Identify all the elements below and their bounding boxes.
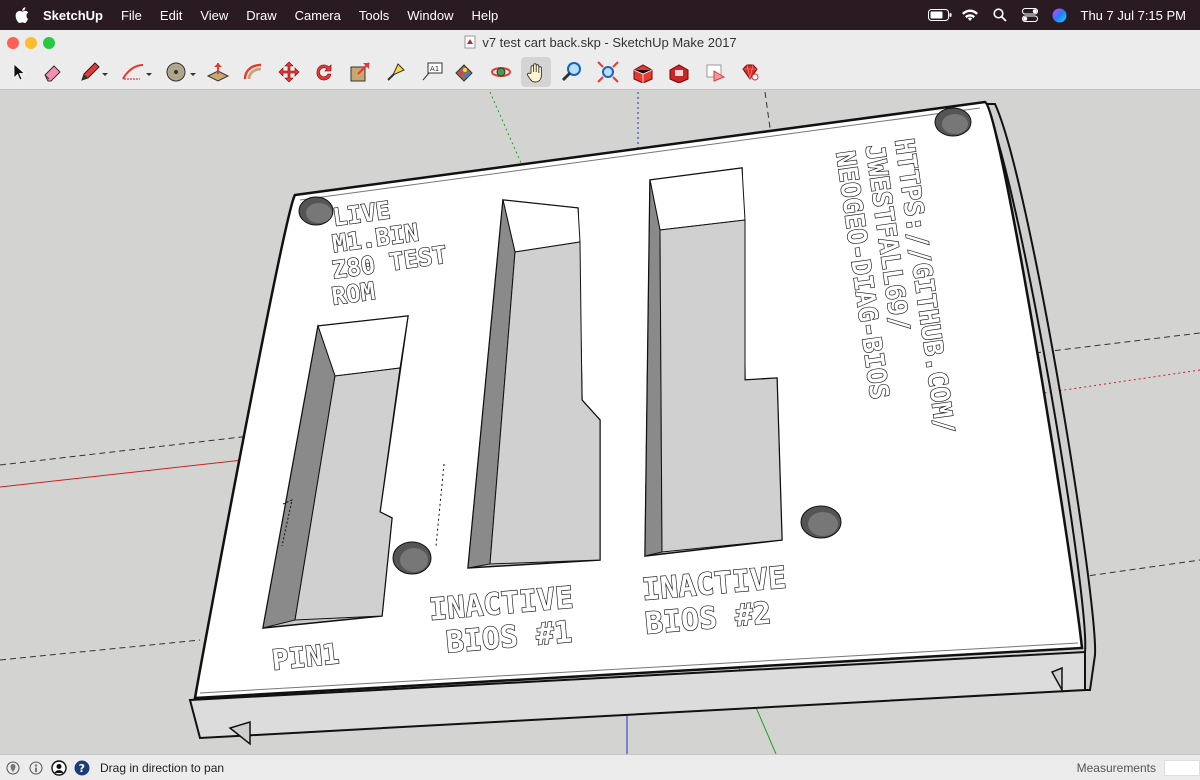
arc-tool-button[interactable] <box>118 57 154 87</box>
account-icon[interactable] <box>49 758 69 778</box>
select-tool-button[interactable] <box>3 57 33 87</box>
push-pull-tool-button[interactable] <box>203 57 233 87</box>
measurements-input[interactable] <box>1164 759 1200 776</box>
menu-edit[interactable]: Edit <box>151 8 191 23</box>
paint-bucket-icon <box>455 64 473 82</box>
extension-warehouse-icon <box>669 64 689 83</box>
menu-tools[interactable]: Tools <box>350 8 398 23</box>
text-label-icon: A1 <box>422 62 443 81</box>
guide-line-top <box>764 91 771 129</box>
orbit-tool-button[interactable] <box>486 57 516 87</box>
zoom-tool-button[interactable] <box>557 57 587 87</box>
window-titlebar: v7 test cart back.skp - SketchUp Make 20… <box>0 30 1200 54</box>
circle-shape-icon <box>166 62 196 82</box>
spotlight-search-icon[interactable] <box>985 0 1015 30</box>
pencil-icon <box>81 62 108 81</box>
control-center-icon[interactable] <box>1015 0 1045 30</box>
svg-text:A1: A1 <box>430 65 439 73</box>
menu-window[interactable]: Window <box>398 8 462 23</box>
svg-text:?: ? <box>79 762 85 775</box>
rotate-icon <box>316 64 332 81</box>
menu-draw[interactable]: Draw <box>237 8 285 23</box>
orbit-icon <box>491 67 511 77</box>
hand-pan-icon <box>526 63 542 83</box>
screw-hole-bottom-left <box>392 541 432 575</box>
eraser-icon <box>44 65 61 82</box>
app-name-menu[interactable]: SketchUp <box>34 8 112 23</box>
model-viewport[interactable]: LIVE M1.BIN Z80 TEST ROM PIN1 INACTIVE B… <box>0 90 1200 754</box>
credits-icon[interactable] <box>26 758 46 778</box>
push-pull-icon <box>206 63 230 82</box>
guide-line-bottom-right <box>1079 559 1200 578</box>
pencil-tool-button[interactable] <box>76 57 112 87</box>
battery-icon[interactable] <box>925 0 955 30</box>
wifi-icon[interactable] <box>955 0 985 30</box>
tape-measure-tool-button[interactable] <box>381 57 411 87</box>
move-icon <box>278 61 300 83</box>
siri-icon[interactable] <box>1045 0 1075 30</box>
text-tool-button[interactable]: A1 <box>417 57 447 87</box>
magnifier-icon <box>561 62 581 82</box>
follow-me-tool-button[interactable] <box>238 57 268 87</box>
guide-line-right <box>1034 332 1200 354</box>
geolocation-icon[interactable] <box>3 758 23 778</box>
zoom-extents-tool-button[interactable] <box>593 57 623 87</box>
document-icon <box>464 35 476 49</box>
measurements-label: Measurements <box>1076 760 1156 775</box>
ruby-gem-icon <box>742 64 759 81</box>
screw-hole-bottom-right <box>800 505 842 539</box>
screw-hole-top-right <box>934 107 972 137</box>
menu-help[interactable]: Help <box>462 8 507 23</box>
rotate-tool-button[interactable] <box>309 57 339 87</box>
status-bar: ? Drag in direction to pan Measurements <box>0 754 1200 780</box>
follow-me-icon <box>243 63 262 80</box>
ruby-console-button[interactable] <box>735 57 765 87</box>
macos-menubar: SketchUp File Edit View Draw Camera Tool… <box>0 0 1200 30</box>
window-title: v7 test cart back.skp - SketchUp Make 20… <box>482 34 737 50</box>
send-to-layout-button[interactable] <box>700 57 730 87</box>
tape-measure-icon <box>387 63 405 81</box>
zoom-window-button[interactable] <box>43 37 55 49</box>
warehouse-icon <box>633 64 653 83</box>
instructor-help-icon[interactable]: ? <box>72 758 92 778</box>
pan-tool-button[interactable] <box>521 57 551 87</box>
move-tool-button[interactable] <box>274 57 304 87</box>
paint-bucket-tool-button[interactable] <box>450 57 480 87</box>
scale-tool-button[interactable] <box>345 57 375 87</box>
menu-view[interactable]: View <box>191 8 237 23</box>
guide-line-bottom-left <box>0 639 201 661</box>
apple-menu-icon[interactable] <box>10 0 34 30</box>
layout-icon <box>706 64 726 82</box>
arc-icon <box>122 64 152 80</box>
arrow-icon <box>13 63 26 81</box>
shapes-tool-button[interactable] <box>162 57 198 87</box>
menu-file[interactable]: File <box>112 8 151 23</box>
label-rom: ROM <box>330 277 377 311</box>
menu-camera[interactable]: Camera <box>286 8 350 23</box>
eraser-tool-button[interactable] <box>38 57 68 87</box>
close-window-button[interactable] <box>7 37 19 49</box>
getting-started-toolbar: A1 <box>0 54 1200 90</box>
extension-warehouse-button[interactable] <box>664 57 694 87</box>
scale-icon <box>350 62 370 82</box>
screw-hole-top-left <box>298 196 334 226</box>
minimize-window-button[interactable] <box>25 37 37 49</box>
menubar-clock[interactable]: Thu 7 Jul 7:15 PM <box>1075 8 1200 23</box>
guide-line-left <box>0 435 251 466</box>
zoom-extents-icon <box>597 61 619 83</box>
status-hint: Drag in direction to pan <box>100 760 225 775</box>
model-canvas[interactable]: LIVE M1.BIN Z80 TEST ROM PIN1 INACTIVE B… <box>0 90 1200 754</box>
3d-warehouse-button[interactable] <box>628 57 658 87</box>
label-pin1: PIN1 <box>270 637 341 677</box>
